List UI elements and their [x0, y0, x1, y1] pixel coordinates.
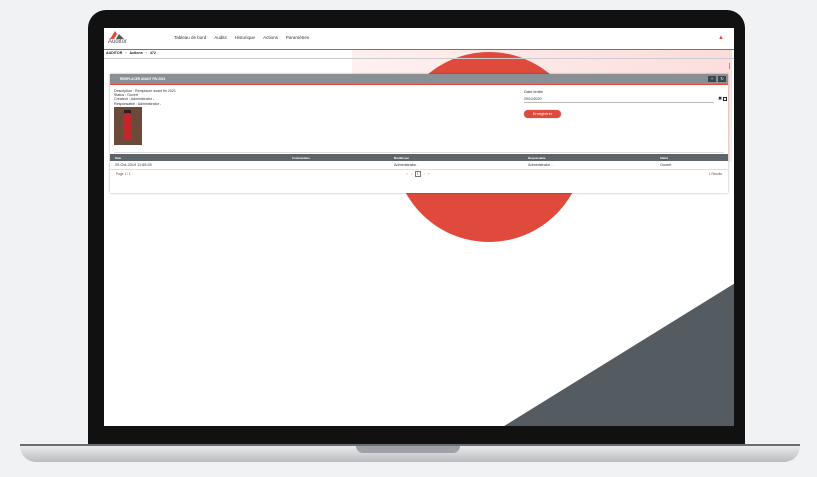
divider: [114, 152, 724, 153]
column-header-comment[interactable]: Commentaire: [292, 156, 310, 160]
current-page-button[interactable]: 1: [414, 171, 421, 177]
cell-modified-by: Administrator -: [394, 163, 419, 167]
breadcrumb-item-home[interactable]: AUDITOR: [106, 51, 122, 55]
responsible-text: Responsable : Administrator -: [114, 101, 162, 106]
scrollbar[interactable]: [729, 63, 730, 69]
nav-menu: Tableau de bord Audits Historique Action…: [174, 35, 309, 40]
cell-responsible: Administrator -: [528, 163, 553, 167]
logo-mark-icon: [110, 31, 124, 39]
history-table: Date Commentaire Modifié par Responsable…: [110, 154, 728, 170]
laptop-notch: [356, 446, 460, 453]
action-panel: REMPLACER AVANT FIN 2021 + ↻ Description…: [110, 74, 728, 193]
column-header-responsible[interactable]: Responsable: [528, 156, 545, 160]
screen: Auditor Tableau de bord Audits Historiqu…: [104, 28, 734, 426]
next-page-button[interactable]: ›: [424, 172, 425, 176]
pagination: Page 1 / 1 « ‹ 1 › » 1 Results: [110, 170, 728, 178]
page-label: Page 1 / 1: [116, 172, 131, 176]
previous-page-button[interactable]: ‹: [411, 172, 412, 176]
nav-accent-line: [104, 49, 734, 50]
table-header: Date Commentaire Modifié par Responsable…: [110, 154, 728, 161]
clear-icon[interactable]: ✖: [718, 96, 722, 102]
due-date-label: Date limite: [524, 89, 543, 94]
calendar-icon[interactable]: [723, 97, 727, 101]
background-shape-dark: [404, 228, 734, 426]
due-date-input[interactable]: [524, 96, 714, 103]
breadcrumb-item-actions[interactable]: Actions: [130, 51, 143, 55]
logo-text: Auditor: [108, 39, 128, 45]
page-navigation: « ‹ 1 › »: [406, 171, 429, 177]
nav-item-audits[interactable]: Audits: [214, 35, 227, 40]
breadcrumb-item-current: 472: [149, 51, 156, 55]
breadcrumb-separator-icon: ›: [145, 51, 147, 55]
nav-item-history[interactable]: Historique: [235, 35, 255, 40]
divider: [104, 58, 734, 59]
results-count: 1 Results: [708, 172, 722, 176]
first-page-button[interactable]: «: [406, 172, 408, 176]
breadcrumb-separator-icon: ›: [125, 51, 127, 55]
refresh-icon[interactable]: ↻: [718, 76, 726, 82]
column-header-modified-by[interactable]: Modifié par: [394, 156, 409, 160]
cell-date: 29-Oct-2019 11:55:28: [115, 163, 152, 167]
cell-status: Ouvert: [660, 163, 672, 167]
panel-header: REMPLACER AVANT FIN 2021 + ↻: [110, 74, 728, 85]
fire-extinguisher-image: [123, 113, 132, 139]
warning-triangle-icon[interactable]: ▲: [718, 35, 724, 41]
column-header-status[interactable]: Statut: [660, 156, 668, 160]
column-header-date[interactable]: Date: [115, 156, 121, 160]
top-navigation: Auditor Tableau de bord Audits Historiqu…: [104, 28, 734, 50]
breadcrumb: AUDITOR › Actions › 472: [106, 51, 156, 55]
action-details: Description : Remplacer avant fin 2021 S…: [114, 89, 176, 106]
nav-item-settings[interactable]: Paramètres: [286, 35, 309, 40]
nav-item-dashboard[interactable]: Tableau de bord: [174, 35, 206, 40]
app-logo[interactable]: Auditor: [108, 31, 128, 46]
nav-item-actions[interactable]: Actions: [263, 35, 278, 40]
attachment-thumbnail[interactable]: [114, 107, 142, 145]
last-page-button[interactable]: »: [428, 172, 430, 176]
plus-icon[interactable]: +: [708, 76, 716, 82]
panel-title: REMPLACER AVANT FIN 2021: [120, 77, 166, 81]
save-button[interactable]: Enregistrer: [524, 110, 561, 118]
table-row[interactable]: 29-Oct-2019 11:55:28 Administrator - Adm…: [110, 161, 728, 170]
